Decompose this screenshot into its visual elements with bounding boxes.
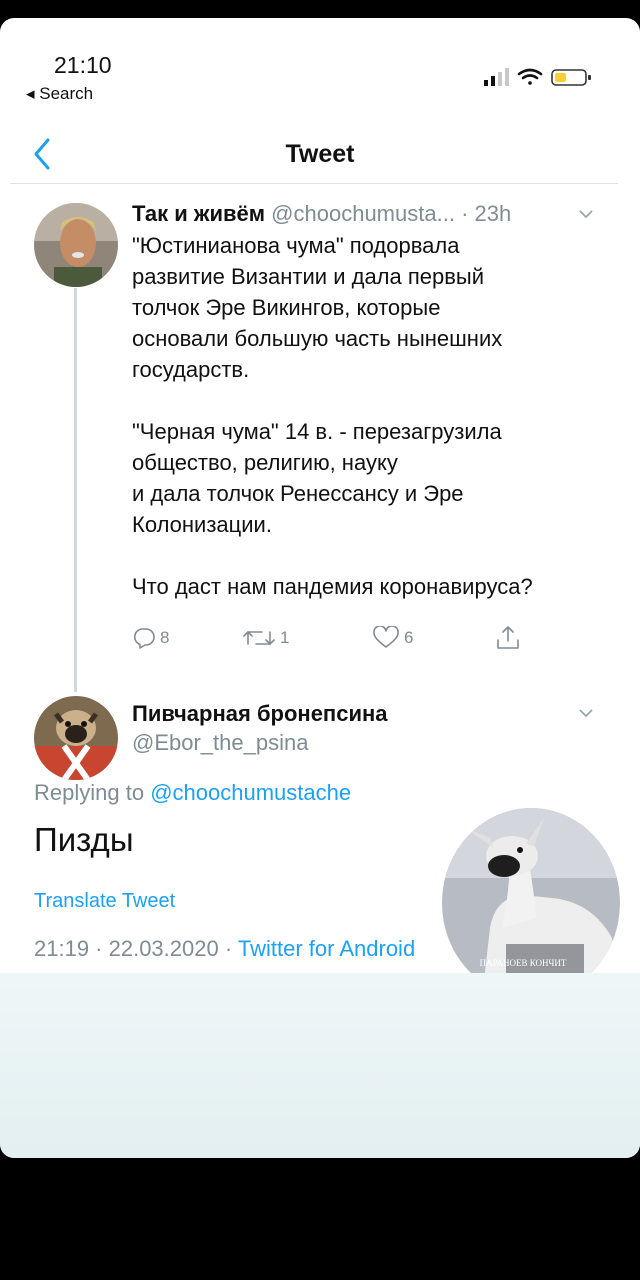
tweet-age: · 23h bbox=[461, 201, 512, 226]
screenshot-card: 21:10 ◂ Search Tweet Так и живём @chooch… bbox=[0, 18, 640, 1158]
avatar-pug-image bbox=[34, 696, 118, 780]
translate-tweet-link[interactable]: Translate Tweet bbox=[34, 890, 175, 913]
status-icons bbox=[484, 68, 591, 86]
avatar-man-image bbox=[34, 203, 118, 287]
page-title: Tweet bbox=[285, 140, 355, 168]
tweet-line: основали большую часть нынешних bbox=[132, 326, 503, 351]
heart-icon bbox=[373, 626, 399, 648]
tweet-line: общество, религию, науку bbox=[132, 450, 398, 475]
reply-count: 8 bbox=[160, 628, 170, 647]
retweet-count: 1 bbox=[280, 628, 290, 647]
chevron-down-icon[interactable] bbox=[578, 209, 594, 219]
watermark-caption: ПАРАНОЕВ КОНЧИТ bbox=[479, 958, 567, 968]
tweet-paragraph: "Юстинианова чума" подорвала развитие Ви… bbox=[132, 230, 612, 385]
reply-author-name[interactable]: Пивчарная бронепсина bbox=[132, 701, 388, 727]
tweet-line: "Юстинианова чума" подорвала bbox=[132, 233, 460, 258]
tweet-line: Колонизации. bbox=[132, 512, 272, 537]
tweet-line: и дала толчок Ренессансу и Эре bbox=[132, 481, 464, 506]
tweet-actions: 8 1 6 bbox=[132, 618, 602, 658]
retweet-icon bbox=[243, 631, 275, 645]
tweet-header: Так и живём @choochumusta... · 23h bbox=[132, 201, 511, 227]
tweet-metadata: 21:19 · 22.03.2020 · Twitter for Android bbox=[34, 936, 415, 962]
battery-icon bbox=[551, 69, 591, 86]
back-to-search-link[interactable]: ◂ Search bbox=[26, 84, 93, 104]
replying-to: Replying to @choochumustache bbox=[34, 780, 351, 806]
reply-author-avatar[interactable] bbox=[34, 696, 118, 780]
author-avatar[interactable] bbox=[34, 203, 118, 287]
tweet-timestamp: 21:19 · 22.03.2020 · bbox=[34, 936, 238, 961]
tweet-line: "Черная чума" 14 в. - перезагрузила bbox=[132, 419, 502, 444]
replying-handle-link[interactable]: @choochumustache bbox=[150, 780, 351, 805]
tweet-body: "Юстинианова чума" подорвала развитие Ви… bbox=[132, 230, 612, 602]
reply-text: Пизды bbox=[34, 821, 134, 858]
retweet-button[interactable]: 1 bbox=[242, 618, 289, 658]
share-button[interactable] bbox=[494, 618, 526, 658]
reply-button[interactable]: 8 bbox=[132, 618, 169, 658]
tweet-line: государств. bbox=[132, 357, 250, 382]
bottom-fade-area bbox=[0, 973, 640, 1158]
author-name[interactable]: Так и живём bbox=[132, 201, 265, 226]
reply-author-handle[interactable]: @Ebor_the_psina bbox=[132, 730, 308, 756]
tweet-line: толчок Эре Викингов, которые bbox=[132, 295, 441, 320]
signal-icon bbox=[484, 68, 509, 86]
author-handle[interactable]: @choochumusta... bbox=[271, 201, 455, 226]
replying-prefix: Replying to bbox=[34, 780, 145, 805]
like-button[interactable]: 6 bbox=[372, 618, 413, 658]
status-time: 21:10 bbox=[54, 52, 112, 78]
navigation-bar: Tweet bbox=[0, 128, 640, 188]
tweet-line: развитие Византии и дала первый bbox=[132, 264, 485, 289]
tweet-line: Что даст нам пандемия коронавируса? bbox=[132, 574, 533, 599]
chevron-down-icon[interactable] bbox=[578, 708, 594, 718]
tweet-paragraph: "Черная чума" 14 в. - перезагрузила обще… bbox=[132, 416, 612, 540]
wifi-icon bbox=[517, 68, 543, 85]
tweet-paragraph: Что даст нам пандемия коронавируса? bbox=[132, 571, 612, 602]
thread-line bbox=[74, 288, 77, 692]
status-bar: 21:10 ◂ Search bbox=[0, 18, 640, 108]
llama-watermark: ПАРАНОЕВ КОНЧИТ bbox=[442, 808, 620, 998]
tweet-source-link[interactable]: Twitter for Android bbox=[238, 936, 415, 961]
header-divider bbox=[10, 183, 618, 184]
like-count: 6 bbox=[404, 628, 414, 647]
share-icon bbox=[497, 626, 519, 649]
llama-image bbox=[442, 808, 620, 998]
reply-icon bbox=[133, 628, 155, 649]
